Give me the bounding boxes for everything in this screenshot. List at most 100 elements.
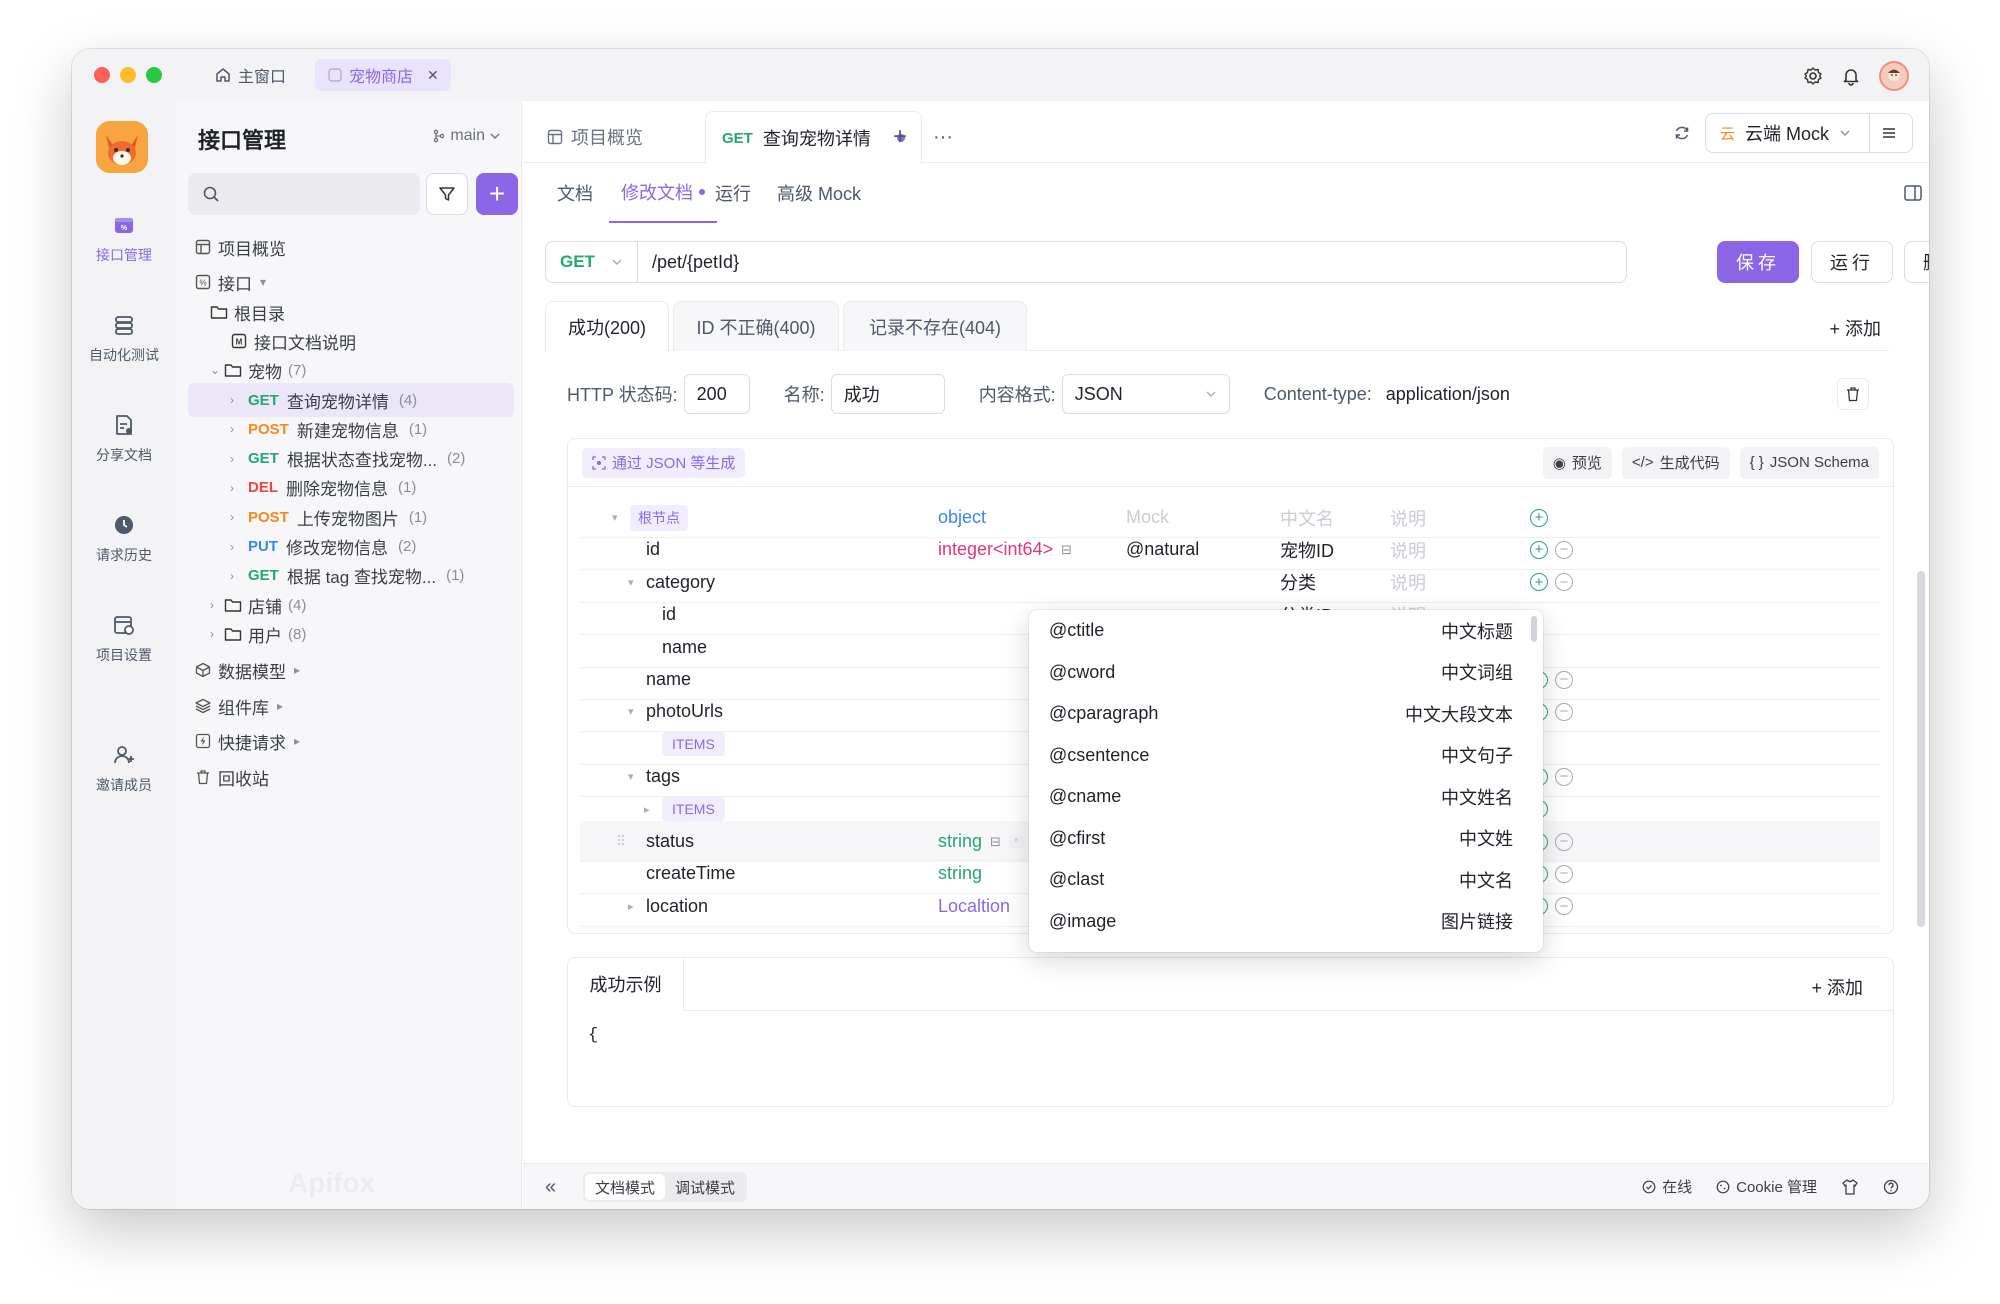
main-scrollbar[interactable] (1917, 571, 1925, 927)
rail-api-management[interactable]: % 接口管理 (72, 211, 176, 265)
doc-mode-button[interactable]: 文档模式 (585, 1174, 666, 1200)
add-response-button[interactable]: + 添加 (1829, 315, 1881, 341)
more-tabs-icon[interactable]: ··· (917, 111, 969, 163)
tab-project-overview[interactable]: 项目概览 (531, 111, 659, 163)
preview-label: 预览 (1571, 455, 1602, 472)
close-tab-icon[interactable]: ✕ (427, 67, 439, 84)
sidebar-item-overview[interactable]: 项目概览 (188, 230, 514, 264)
mock-environment-select[interactable]: 云 云端 Mock (1704, 113, 1913, 153)
tab-response-404[interactable]: 记录不存在(404) (843, 301, 1027, 351)
mock-rule-option[interactable]: @ctitle 中文标题 (1029, 610, 1543, 652)
debug-mode-button[interactable]: 调试模式 (665, 1174, 745, 1200)
content-type-value: application/json (1385, 383, 1510, 404)
mock-rule-option[interactable]: @cfirst 中文姓 (1029, 818, 1543, 860)
rail-share-docs[interactable]: 分享文档 (72, 411, 176, 465)
project-settings-icon (110, 611, 138, 639)
filter-button[interactable] (426, 173, 468, 215)
mock-rule-name: @clast (1049, 869, 1105, 890)
sidebar-item-api-folder[interactable]: % 接口 ▾ (188, 265, 514, 299)
folder-icon (224, 596, 242, 614)
check-circle-icon (1642, 1180, 1656, 1194)
notification-bell-icon[interactable] (1841, 66, 1861, 86)
tab-response-400[interactable]: ID 不正确(400) (673, 301, 839, 351)
online-status[interactable]: 在线 (1642, 1176, 1692, 1197)
settings-gear-icon[interactable] (1803, 66, 1823, 86)
add-api-button[interactable]: + (476, 173, 518, 215)
cookie-manager[interactable]: Cookie 管理 (1716, 1176, 1817, 1197)
run-button[interactable]: 运行 (1811, 241, 1893, 283)
sub-tabs: 文档 修改文档 运行 高级 Mock (523, 163, 1929, 223)
generate-from-json-button[interactable]: 通过 JSON 等生成 (582, 447, 746, 478)
chevron-down-icon (1839, 127, 1851, 139)
mock-rule-option[interactable]: @cname 中文姓名 (1029, 776, 1543, 818)
generate-code-button[interactable]: </> 生成代码 (1621, 446, 1730, 479)
bottom-bar: « 文档模式 调试模式 在线 Cookie 管理 (523, 1163, 1929, 1209)
add-example-button[interactable]: + 添加 (1811, 974, 1863, 1000)
mock-rule-option[interactable]: @csentence 中文句子 (1029, 735, 1543, 777)
close-window-button[interactable] (94, 67, 110, 83)
folder-count: (4) (288, 596, 307, 614)
schema-type-cell[interactable]: Localtion (938, 886, 1010, 927)
window-tab-home[interactable]: 主窗口 (202, 59, 298, 91)
content-format-select[interactable]: JSON (1061, 374, 1230, 414)
tab-response-200[interactable]: 成功(200) (545, 301, 669, 352)
field-name: category (646, 571, 716, 592)
rail-request-history[interactable]: 请求历史 (72, 511, 176, 565)
subtab-advanced-mock[interactable]: 高级 Mock (777, 163, 861, 223)
refresh-icon[interactable] (1673, 124, 1691, 142)
example-code[interactable]: { (588, 1026, 598, 1045)
api-sidebar: 接口管理 main + 项目概览 % 接口 ▾ 根目录 M 接口文档说明 ⌄ 宠… (176, 101, 522, 1209)
delete-button[interactable]: 删除 (1904, 241, 1929, 283)
sidebar-item-label: 用户 (248, 626, 282, 646)
response-meta-row: HTTP 状态码: 200 名称: 成功 内容格式: JSON Content-… (567, 373, 1869, 415)
url-path-input[interactable]: /pet/{petId} (638, 252, 739, 273)
endpoint-name: 修改宠物信息 (286, 539, 388, 558)
dropdown-scrollbar[interactable] (1531, 616, 1537, 642)
field-type: Localtion (938, 895, 1011, 916)
tab-success-example[interactable]: 成功示例 (568, 958, 684, 1010)
help-icon[interactable] (1883, 1179, 1899, 1195)
sidebar-item-label: 店铺 (248, 597, 282, 617)
cookie-label: Cookie 管理 (1736, 1179, 1817, 1196)
subtab-docs[interactable]: 文档 (557, 163, 593, 223)
method-badge: PUT (248, 538, 278, 555)
sidebar-item-components[interactable]: 组件库 ▸ (188, 689, 514, 723)
sidebar-folder-users[interactable]: › 用户 (8) (188, 617, 514, 651)
mock-rule-option[interactable]: @image 图片链接 (1029, 901, 1543, 943)
response-name-input[interactable]: 成功 (830, 374, 945, 414)
status-code-input[interactable]: 200 (683, 374, 750, 414)
remove-field-icon[interactable]: − (1555, 886, 1573, 927)
sidebar-folder-pets[interactable]: ⌄ 宠物 (7) (188, 353, 514, 387)
collapse-sidebar-icon[interactable]: « (545, 1176, 556, 1199)
hamburger-menu-icon[interactable] (1880, 124, 1898, 142)
sidebar-item-data-models[interactable]: 数据模型 ▸ (188, 653, 514, 687)
maximize-window-button[interactable] (146, 67, 162, 83)
sidebar-item-quick-request[interactable]: 快捷请求 ▸ (188, 724, 514, 758)
method-select[interactable]: GET (546, 242, 638, 282)
sidebar-item-label: 接口 (218, 274, 252, 294)
user-avatar[interactable] (1879, 61, 1909, 91)
caret-right-icon[interactable]: ▸ (628, 886, 634, 927)
response-tabs: 成功(200) ID 不正确(400) 记录不存在(404) + 添加 (545, 301, 1889, 352)
delete-response-icon[interactable] (1837, 378, 1869, 410)
json-schema-button[interactable]: { } JSON Schema (1739, 446, 1879, 479)
preview-button[interactable]: ◉ 预览 (1542, 446, 1612, 479)
rail-project-settings[interactable]: 项目设置 (72, 611, 176, 665)
rail-invite-members[interactable]: 邀请成员 (72, 741, 176, 795)
window-tab-project[interactable]: 宠物商店 ✕ (315, 59, 451, 91)
sidebar-item-trash[interactable]: 回收站 (188, 760, 514, 794)
api-folder-icon: % (194, 273, 212, 291)
branch-selector[interactable]: main (432, 127, 501, 145)
schema-field-name-cell[interactable]: location (646, 886, 708, 927)
mock-rule-option[interactable]: @clast 中文名 (1029, 859, 1543, 901)
rail-automation-test[interactable]: 自动化测试 (72, 311, 176, 365)
sidebar-search-input[interactable] (188, 173, 420, 215)
save-button[interactable]: 保存 (1717, 241, 1799, 283)
mock-rule-option[interactable]: @cparagraph 中文大段文本 (1029, 693, 1543, 735)
subtab-run[interactable]: 运行 (715, 163, 751, 223)
shirt-icon[interactable] (1841, 1178, 1859, 1196)
mock-rule-option[interactable]: @cword 中文词组 (1029, 652, 1543, 694)
subtab-edit-docs[interactable]: 修改文档 (609, 163, 717, 223)
minimize-window-button[interactable] (120, 67, 136, 83)
toggle-panel-icon[interactable] (1903, 163, 1923, 223)
